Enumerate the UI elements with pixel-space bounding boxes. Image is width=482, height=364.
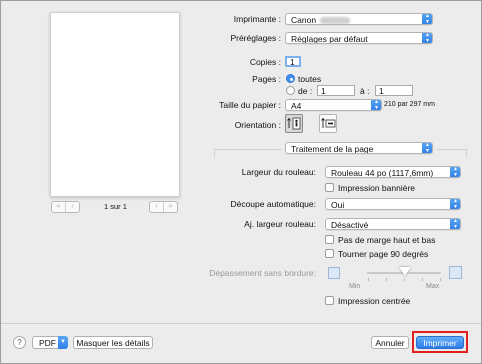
next-page-icon[interactable]: › [150,202,163,212]
separator [214,149,282,150]
presets-label: Préréglages : [230,33,281,43]
banner-label: Impression bannière [338,183,416,193]
popup-arrows-icon: ▲ ▼ [450,199,460,209]
slider-tick [422,278,423,281]
separator [466,149,467,157]
auto-cut-select[interactable]: Oui ▲ ▼ [325,198,461,210]
slider-tick [404,278,405,281]
paper-dimensions: 210 par 297 mm [384,101,435,108]
orientation-landscape-button[interactable] [319,114,337,133]
portrait-icon [287,117,301,130]
pages-from-input[interactable]: 1 [317,85,355,96]
roll-width-label: Largeur du rouleau: [241,167,316,177]
pages-all-label: toutes [298,74,322,84]
pages-all-radio[interactable] [286,74,295,83]
presets-select[interactable]: Réglages par défaut ▲ ▼ [285,32,433,44]
section-value: Traitement de la page [291,144,374,154]
landscape-icon [321,117,336,128]
centered-label: Impression centrée [338,296,411,306]
pages-range-radio[interactable] [286,86,295,95]
pages-from-label: de : [298,86,313,96]
separator [437,149,466,150]
pdf-menu-button[interactable]: PDF ▼ [32,336,68,349]
auto-cut-label: Découpe automatique: [230,199,316,209]
first-page-icon[interactable]: « [52,202,65,212]
print-button[interactable]: Imprimer [416,336,464,349]
last-page-icon[interactable]: » [163,202,177,212]
paper-size-select[interactable]: A4 ▲ ▼ [285,99,382,111]
slider-tick [386,278,387,281]
pages-to-input[interactable]: 1 [375,85,413,96]
fit-roll-label: Aj. largeur rouleau: [244,219,316,229]
overflow-label: Dépassement sans bordure: [209,268,316,278]
fit-roll-select[interactable]: Désactivé ▲ ▼ [325,218,461,230]
hide-details-button[interactable]: Masquer les détails [73,336,153,349]
preview-nav-back: « ‹ [51,201,80,213]
preview-nav-forward: › » [149,201,178,213]
large-overflow-icon [449,266,462,279]
paper-size-label: Taille du papier : [219,100,281,110]
popup-arrows-icon: ▲ ▼ [422,143,432,153]
roll-width-value: Rouleau 44 po (1117,6mm) [331,168,434,178]
page-preview [50,12,180,197]
banner-checkbox[interactable] [325,183,334,192]
slider-tick [368,278,369,281]
page-counter: 1 sur 1 [104,202,127,211]
orientation-portrait-button[interactable] [285,114,303,133]
pages-label: Pages : [252,74,281,84]
chevron-down-icon: ▼ [58,336,68,349]
slider-min-label: Min [349,283,361,290]
pages-to-label: à : [360,86,370,96]
popup-arrows-icon: ▲ ▼ [450,219,460,229]
help-button[interactable]: ? [13,336,26,349]
printer-model-redacted [320,17,351,24]
presets-value: Réglages par défaut [291,34,368,44]
orientation-label: Orientation : [234,120,281,130]
small-overflow-icon [328,267,340,279]
no-margin-checkbox[interactable] [325,235,334,244]
slider-tick [440,278,441,281]
previous-page-icon[interactable]: ‹ [65,202,79,212]
rotate-label: Tourner page 90 degrés [338,249,429,259]
copies-label: Copies : [249,57,281,67]
copies-input[interactable]: 1 [285,56,301,67]
centered-checkbox[interactable] [325,296,334,305]
popup-arrows-icon: ▲ ▼ [450,167,460,177]
fit-roll-value: Désactivé [331,220,369,230]
slider-max-label: Max [426,283,440,290]
rotate-checkbox[interactable] [325,249,334,258]
popup-arrows-icon: ▲ ▼ [422,14,432,24]
roll-width-select[interactable]: Rouleau 44 po (1117,6mm) ▲ ▼ [325,166,461,178]
no-margin-label: Pas de marge haut et bas [338,235,436,245]
popup-arrows-icon: ▲ ▼ [371,100,381,110]
auto-cut-value: Oui [331,200,345,210]
printer-select[interactable]: Canon ▲ ▼ [285,13,433,25]
footer-divider [1,323,481,324]
separator [214,149,215,157]
paper-size-value: A4 [291,101,302,111]
printer-label: Imprimante : [233,14,281,24]
section-select[interactable]: Traitement de la page ▲ ▼ [285,142,433,154]
popup-arrows-icon: ▲ ▼ [422,33,432,43]
printer-value: Canon [291,15,317,25]
print-dialog: « ‹ 1 sur 1 › » Imprimante : Canon ▲ ▼ Pr… [0,0,482,364]
cancel-button[interactable]: Annuler [371,336,409,349]
pdf-label: PDF [39,338,56,348]
overflow-slider-thumb[interactable] [399,267,411,276]
